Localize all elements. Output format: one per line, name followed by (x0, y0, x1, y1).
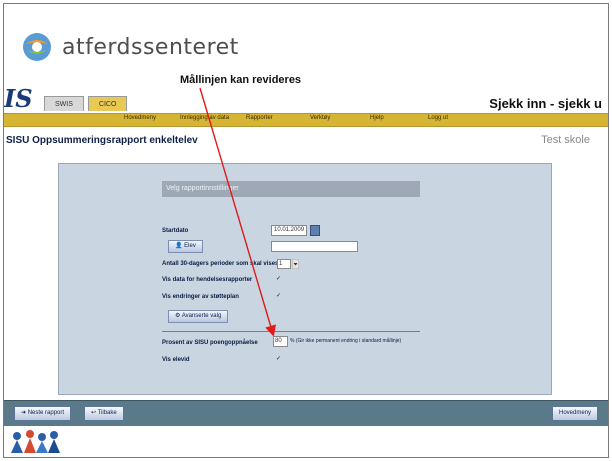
vis-elevid-label: Vis elevid (162, 357, 190, 363)
arrow-right-icon: ➜ (21, 410, 28, 416)
divider (162, 331, 420, 332)
avanserte-valg-button[interactable]: ⚙ Avanserte valg (168, 310, 229, 323)
menu-item-rapporter[interactable]: Rapporter (246, 115, 273, 121)
elev-button[interactable]: 👤 Elev (168, 240, 203, 253)
brand-name: atferdssenteret (62, 34, 239, 60)
prosent-note: % (Gir ikke permanent endring i standard… (290, 338, 402, 344)
startdato-input[interactable]: 10.01.2009 (271, 225, 307, 236)
chevron-down-icon[interactable] (292, 259, 299, 269)
neste-rapport-button[interactable]: ➜ Neste rapport (14, 406, 72, 421)
prosent-input[interactable]: 80 (273, 336, 288, 347)
slide: atferdssenteret Mållinjen kan revideres … (3, 3, 609, 458)
settings-icon: ⚙ (175, 313, 182, 319)
page-title: SISU Oppsummeringsrapport enkeltelev (6, 135, 198, 146)
calendar-icon[interactable] (310, 225, 320, 236)
elev-input[interactable] (271, 241, 358, 252)
people-logo-icon (11, 430, 60, 453)
tab-cico[interactable]: CICO (87, 96, 128, 111)
hendelses-checkbox[interactable]: ✓ (276, 276, 282, 282)
app-logo: IS (4, 84, 33, 113)
back-icon: ↩ (91, 410, 98, 416)
panel-header: Velg rapportinnstillinger (162, 181, 420, 197)
tilbake-label: Tilbake (97, 410, 117, 416)
antall-select[interactable]: 1 (277, 259, 291, 269)
menu-item-verktoy[interactable]: Verktøy (310, 115, 330, 121)
callout-text: Mållinjen kan revideres (180, 74, 302, 86)
brand-header: atferdssenteret (22, 32, 239, 62)
antall-label: Antall 30-dagers perioder som skal vises (162, 261, 279, 267)
startdato-label: Startdato (162, 228, 189, 234)
footer-bar: ➜ Neste rapport ↩ Tilbake Hovedmeny (4, 400, 608, 426)
menu-item-hovedmeny[interactable]: Hovedmeny (124, 115, 156, 121)
endringer-label: Vis endringer av støtteplan (162, 294, 239, 300)
prosent-label: Prosent av SISU poengoppnåelse (162, 340, 258, 346)
vis-elevid-checkbox[interactable]: ✓ (276, 356, 282, 362)
tab-swis[interactable]: SWIS (44, 96, 84, 111)
atferdssenteret-logo-icon (23, 33, 51, 61)
tilbake-button[interactable]: ↩ Tilbake (84, 406, 124, 421)
hendelses-label: Vis data for hendelsesrapporter (162, 277, 253, 283)
menu-item-innlegging[interactable]: Innlegging av data (180, 115, 229, 121)
neste-rapport-label: Neste rapport (27, 410, 65, 416)
app-motto: Sjekk inn - sjekk u (489, 96, 602, 111)
avanserte-valg-label: Avanserte valg (181, 313, 222, 319)
main-menu-bar: Hovedmeny Innlegging av data Rapporter V… (4, 113, 608, 127)
hovedmeny-button[interactable]: Hovedmeny (551, 406, 598, 421)
elev-button-label: Elev (184, 243, 196, 249)
app-tabs: SWIS CICO (44, 96, 128, 111)
endringer-checkbox[interactable]: ✓ (276, 293, 282, 299)
report-settings-panel: Velg rapportinnstillinger Startdato 10.0… (58, 163, 552, 395)
menu-item-hjelp[interactable]: Hjelp (370, 115, 384, 121)
school-name: Test skole (541, 134, 590, 146)
menu-item-logg-ut[interactable]: Logg ut (428, 115, 448, 121)
user-icon: 👤 (175, 243, 185, 249)
